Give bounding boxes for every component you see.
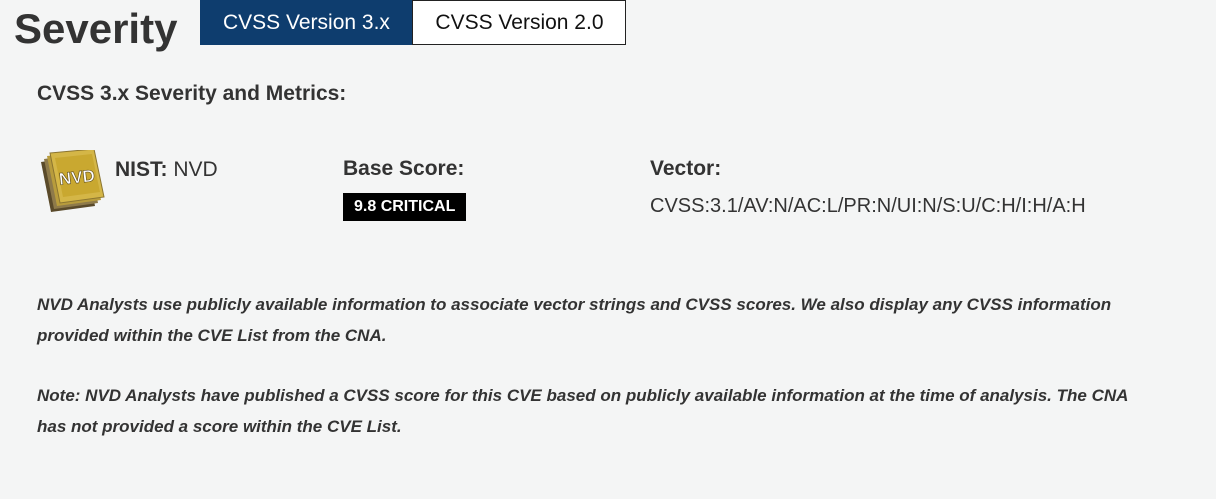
nvd-logo-icon: NVD <box>37 148 111 214</box>
nist-label-group: NIST: NVD <box>115 158 218 182</box>
cna-score-note: Note: NVD Analysts have published a CVSS… <box>37 386 1128 436</box>
vector-heading: Vector: <box>650 157 722 180</box>
vector-string-link[interactable]: CVSS:3.1/AV:N/AC:L/PR:N/UI:N/S:U/C:H/I:H… <box>650 195 1086 218</box>
analyst-info-note: NVD Analysts use publicly available info… <box>37 295 1112 345</box>
section-title: CVSS 3.x Severity and Metrics: <box>37 82 347 105</box>
tab-cvss-3x[interactable]: CVSS Version 3.x <box>200 0 413 45</box>
vector-block: Vector: CVSS:3.1/AV:N/AC:L/PR:N/UI:N/S:U… <box>650 157 1086 218</box>
base-score-heading: Base Score: <box>343 157 465 180</box>
tab-cvss-2[interactable]: CVSS Version 2.0 <box>412 0 627 45</box>
severity-badge[interactable]: 9.8 CRITICAL <box>343 193 467 221</box>
cvss-version-tabs: CVSS Version 3.x CVSS Version 2.0 <box>200 0 627 45</box>
page-title: Severity <box>14 5 178 52</box>
base-score-block: Base Score: 9.8 CRITICAL <box>343 157 467 221</box>
severity-panel: Severity CVSS Version 3.x CVSS Version 2… <box>0 0 1216 499</box>
nist-value: NVD <box>173 158 218 181</box>
severity-header: Severity CVSS Version 3.x CVSS Version 2… <box>14 0 627 60</box>
nist-source: NVD NIST: NVD <box>37 148 218 214</box>
nist-label: NIST: <box>115 158 168 181</box>
metrics-row: NVD NIST: NVD Base Score: 9.8 CRITICAL V… <box>37 148 1187 240</box>
nvd-logo-text: NVD <box>58 166 96 189</box>
